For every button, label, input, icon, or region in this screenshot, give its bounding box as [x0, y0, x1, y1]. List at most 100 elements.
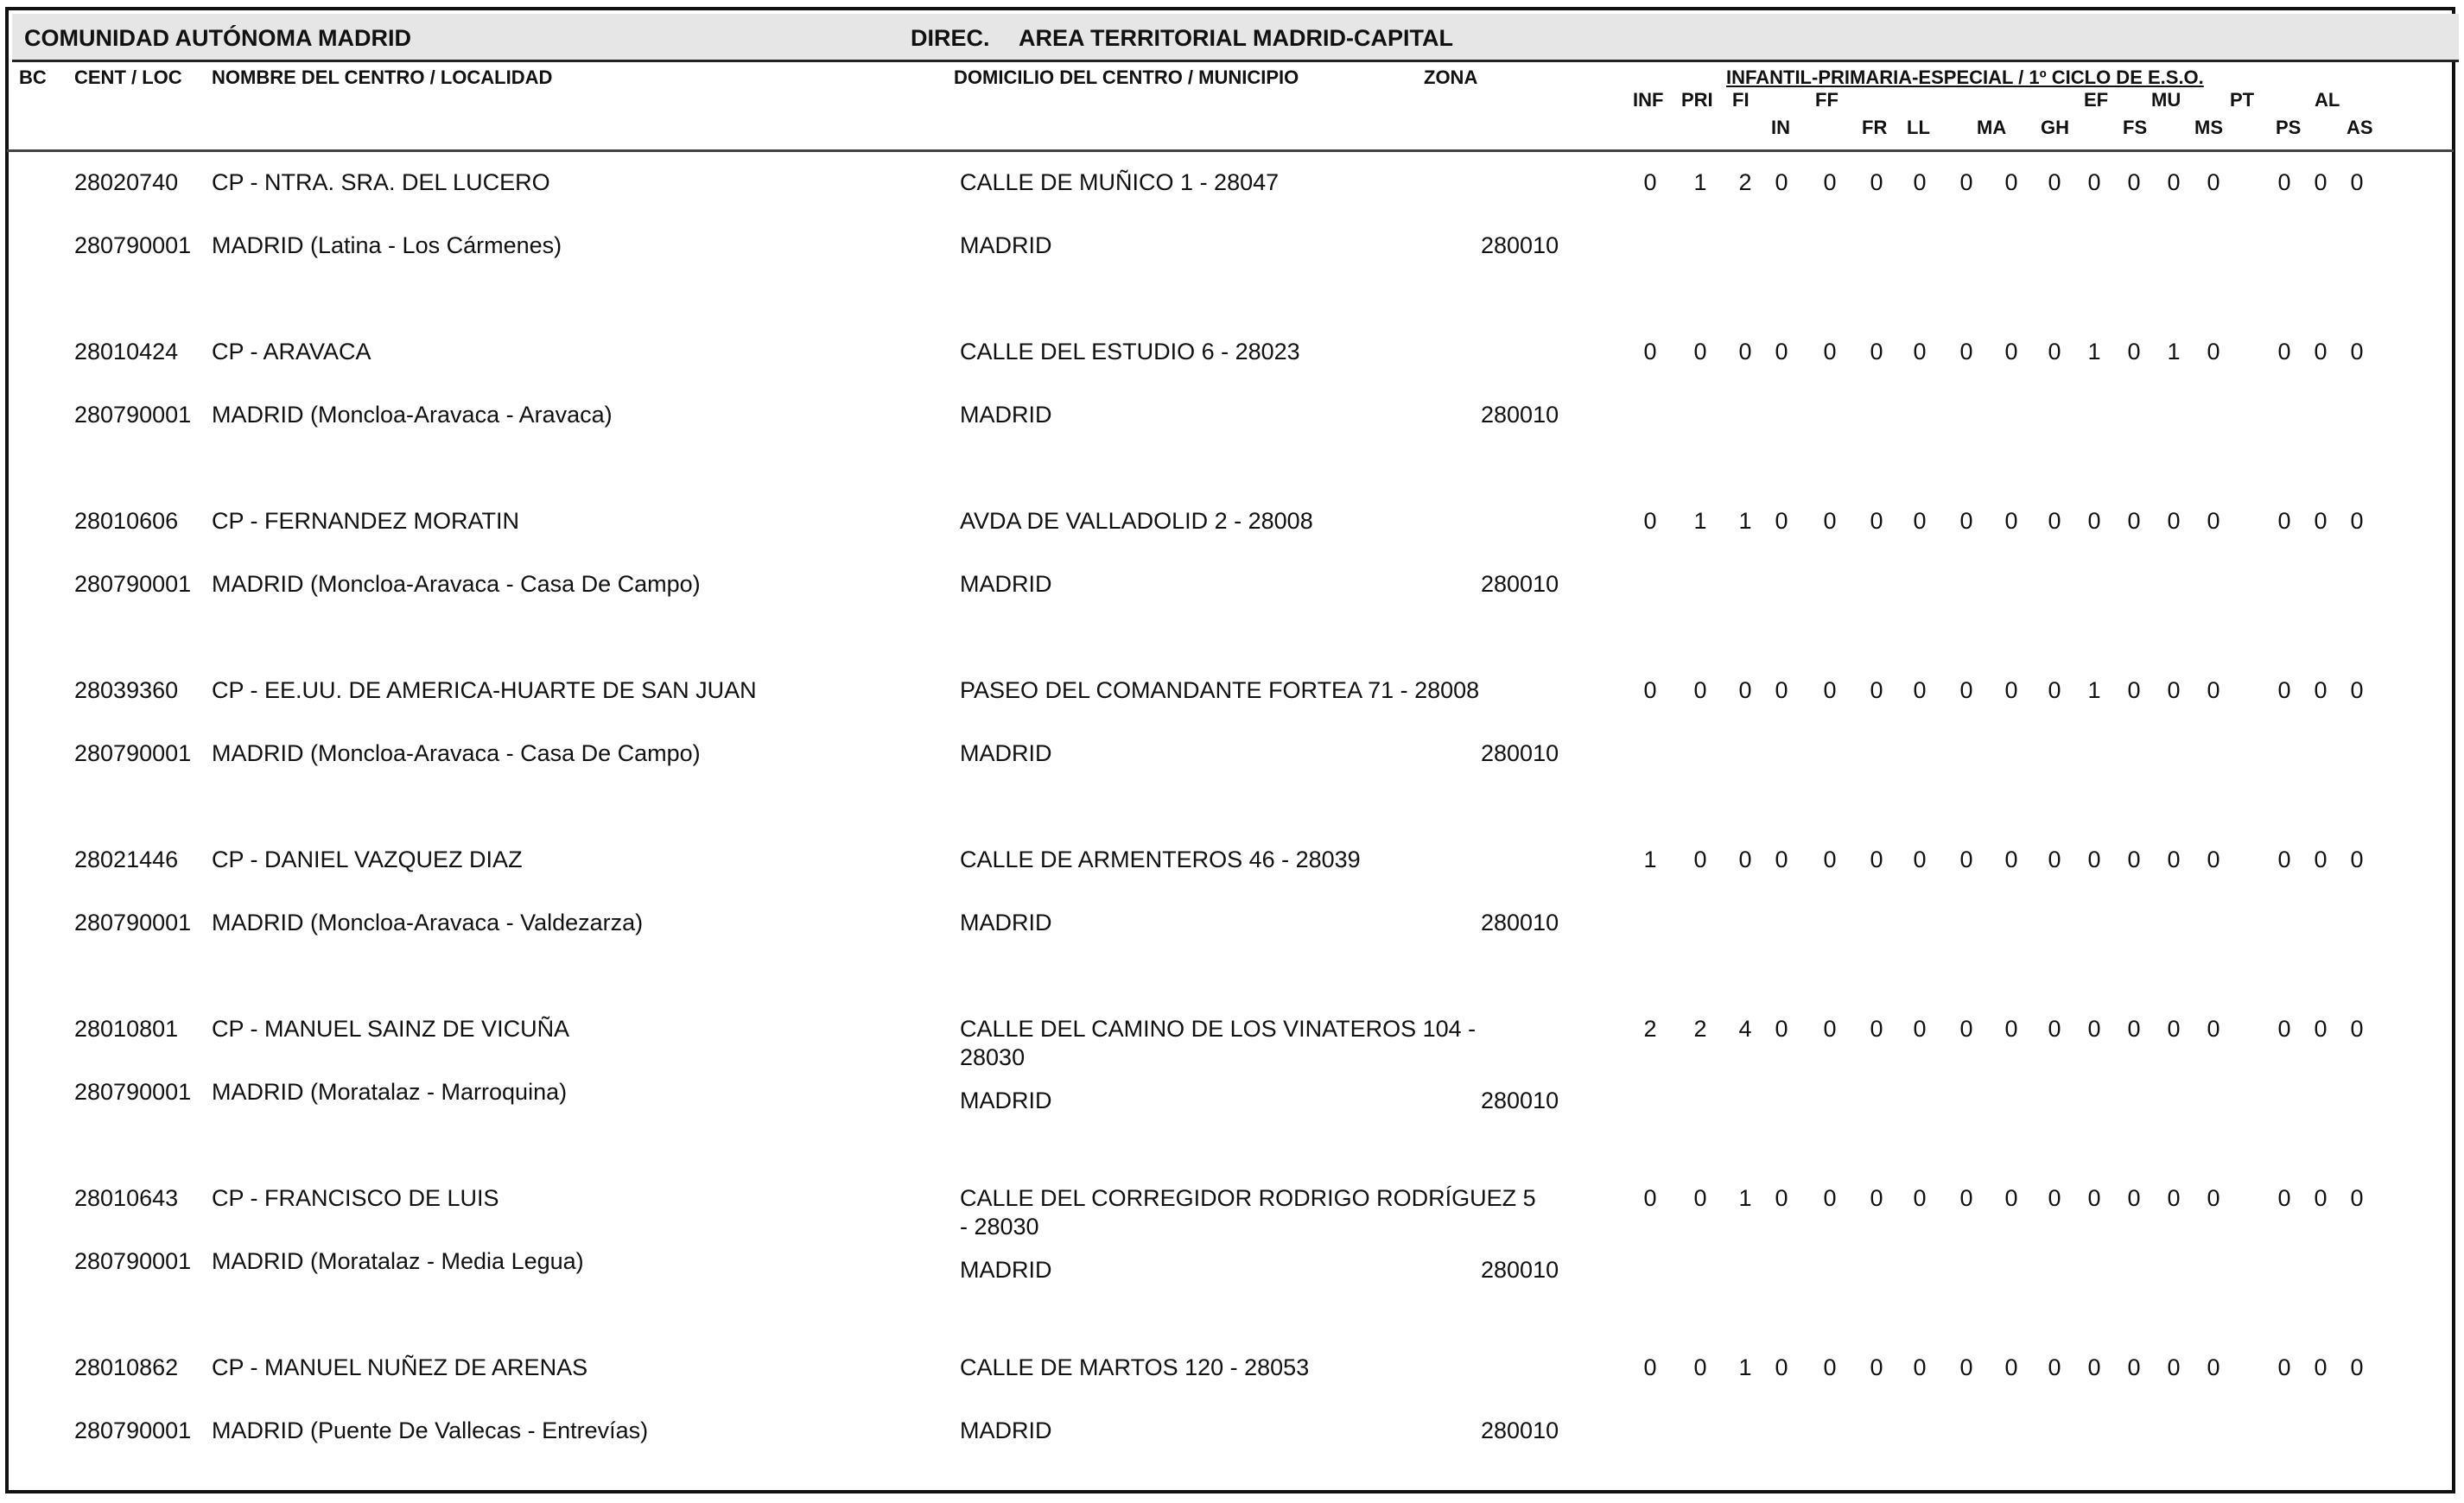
- count-value: 0: [2048, 169, 2061, 195]
- count-value: 0: [1870, 847, 1883, 872]
- locality-name: MADRID (Puente De Vallecas - Entrevías): [212, 1417, 649, 1443]
- count-value: 0: [2207, 1354, 2220, 1380]
- code-header-item: MA: [1977, 117, 2007, 138]
- count-value: 0: [2314, 677, 2327, 703]
- count-value: 0: [2277, 1016, 2291, 1042]
- count-value: 0: [1913, 1016, 1927, 1042]
- center-code: 28010801: [74, 1016, 179, 1042]
- count-value: 0: [2167, 1185, 2181, 1211]
- locality-code: 280790001: [74, 571, 192, 597]
- count-value: 0: [2127, 1354, 2141, 1380]
- count-value: 0: [1823, 508, 1837, 534]
- count-value: 0: [1775, 677, 1788, 703]
- count-value: 0: [2048, 677, 2061, 703]
- count-value: 0: [2350, 1354, 2364, 1380]
- count-value: 1: [1693, 169, 1707, 195]
- count-value: 0: [2277, 677, 2291, 703]
- count-value: 0: [2277, 169, 2291, 195]
- locality-name: MADRID (Moncloa-Aravaca - Aravaca): [212, 402, 613, 428]
- count-value: 0: [1959, 169, 1973, 195]
- count-value: 0: [1775, 1185, 1788, 1211]
- count-value: 0: [2350, 339, 2364, 365]
- locality-code: 280790001: [74, 402, 192, 428]
- center-code: 28010862: [74, 1354, 179, 1380]
- count-value: 0: [1913, 169, 1927, 195]
- count-value: 0: [2004, 339, 2018, 365]
- direc-label: DIREC.: [911, 25, 990, 51]
- count-value: 1: [1738, 1354, 1752, 1380]
- count-value: 0: [2167, 1016, 2181, 1042]
- count-value: 0: [2277, 339, 2291, 365]
- zone-code: 280010: [1481, 402, 1559, 428]
- count-value: 0: [1913, 847, 1927, 872]
- code-header-item: PRI: [1681, 89, 1713, 111]
- count-value: 0: [2048, 847, 2061, 872]
- count-value: 1: [2087, 677, 2101, 703]
- count-value: 0: [2127, 847, 2141, 872]
- center-code: 28039360: [74, 677, 179, 703]
- count-value: 0: [1959, 847, 1973, 872]
- count-value: 0: [2127, 677, 2141, 703]
- center-address: 28030: [960, 1044, 1026, 1070]
- title-bar: COMUNIDAD AUTÓNOMA MADRID DIREC. AREA TE…: [12, 14, 2459, 62]
- count-value: 0: [2004, 847, 2018, 872]
- municipality: MADRID: [960, 232, 1052, 258]
- code-header-item: PT: [2230, 89, 2255, 111]
- count-value: 0: [2048, 1185, 2061, 1211]
- code-header-item: PS: [2276, 117, 2302, 138]
- count-value: 0: [1823, 1354, 1837, 1380]
- count-value: 0: [1775, 1354, 1788, 1380]
- count-value: 0: [1823, 339, 1837, 365]
- center-address: CALLE DEL CAMINO DE LOS VINATEROS 104 -: [960, 1016, 1476, 1042]
- count-value: 0: [1693, 847, 1707, 872]
- zone-code: 280010: [1481, 232, 1559, 258]
- center-name: CP - DANIEL VAZQUEZ DIAZ: [212, 847, 523, 872]
- count-value: 0: [1693, 1354, 1707, 1380]
- count-value: 0: [2087, 508, 2101, 534]
- center-address: CALLE DE MUÑICO 1 - 28047: [960, 169, 1280, 195]
- count-value: 0: [1775, 169, 1788, 195]
- locality-code: 280790001: [74, 910, 192, 935]
- count-value: 0: [1959, 508, 1973, 534]
- count-value: 0: [1870, 1354, 1883, 1380]
- count-value: 0: [2314, 169, 2327, 195]
- count-value: 0: [2127, 1016, 2141, 1042]
- zone-code: 280010: [1481, 571, 1559, 597]
- center-name: CP - ARAVACA: [212, 339, 372, 365]
- count-value: 0: [1693, 677, 1707, 703]
- count-value: 0: [1643, 339, 1657, 365]
- locality-code: 280790001: [74, 1248, 192, 1274]
- center-address: PASEO DEL COMANDANTE FORTEA 71 - 28008: [960, 677, 1480, 703]
- count-value: 0: [2207, 1016, 2220, 1042]
- count-value: 0: [1738, 339, 1752, 365]
- center-name: CP - NTRA. SRA. DEL LUCERO: [212, 169, 550, 195]
- direc-value: AREA TERRITORIAL MADRID-CAPITAL: [1019, 25, 1453, 51]
- code-header-item: MS: [2194, 117, 2223, 138]
- center-address: CALLE DE MARTOS 120 - 28053: [960, 1354, 1310, 1380]
- count-value: 0: [2350, 1185, 2364, 1211]
- code-header-item: LL: [1907, 117, 1930, 138]
- count-value: 0: [2048, 1016, 2061, 1042]
- locality-name: MADRID (Moncloa-Aravaca - Casa De Campo): [212, 740, 701, 766]
- count-value: 1: [1738, 508, 1752, 534]
- count-value: 0: [2314, 1354, 2327, 1380]
- count-value: 0: [1693, 1185, 1707, 1211]
- count-value: 0: [2207, 339, 2220, 365]
- code-header-item: AS: [2347, 117, 2373, 138]
- code-header-item: FS: [2123, 117, 2148, 138]
- center-code: 28021446: [74, 847, 179, 872]
- locality-name: MADRID (Moncloa-Aravaca - Valdezarza): [212, 910, 644, 935]
- count-value: 0: [2004, 169, 2018, 195]
- count-value: 0: [2127, 339, 2141, 365]
- count-value: 0: [2048, 339, 2061, 365]
- col-group-title: INFANTIL-PRIMARIA-ESPECIAL / 1º CICLO DE…: [1726, 67, 2204, 88]
- count-value: 0: [2087, 1354, 2101, 1380]
- center-address: - 28030: [960, 1214, 1039, 1240]
- count-value: 0: [2207, 1185, 2220, 1211]
- count-value: 0: [2167, 847, 2181, 872]
- count-value: 0: [1643, 169, 1657, 195]
- count-value: 0: [1870, 1016, 1883, 1042]
- count-value: 0: [1870, 677, 1883, 703]
- count-value: 0: [2314, 339, 2327, 365]
- count-value: 0: [1643, 508, 1657, 534]
